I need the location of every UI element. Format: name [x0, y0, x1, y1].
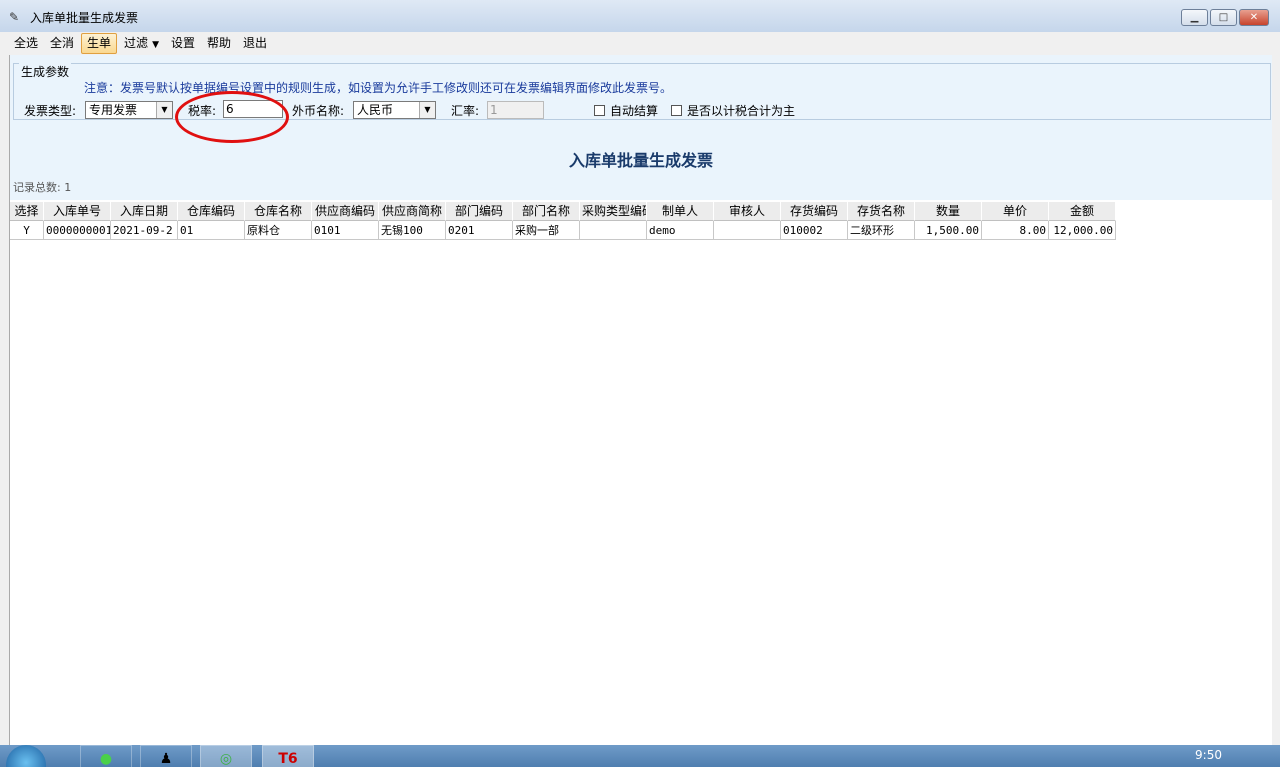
invoice-type-label: 发票类型:: [24, 104, 77, 118]
deselect-all-button[interactable]: 全消: [45, 33, 79, 54]
exchange-rate-label: 汇率:: [451, 104, 480, 118]
column-header[interactable]: 审核人: [714, 202, 781, 221]
cell-warehouse-name: 原料仓: [245, 221, 312, 240]
column-header[interactable]: 供应商简称: [379, 202, 446, 221]
column-header[interactable]: 数量: [915, 202, 982, 221]
column-header[interactable]: 采购类型编码: [580, 202, 647, 221]
settings-button[interactable]: 设置: [166, 33, 200, 54]
toolbar: 全选 全消 生单 过滤 ▼ 设置 帮助 退出: [9, 33, 272, 54]
params-panel: 生成参数 注意：发票号默认按单据编号设置中的规则生成，如设置为允许手工修改则还可…: [10, 55, 1272, 200]
cell-receipt-no: 0000000001: [44, 221, 111, 240]
column-header[interactable]: 仓库名称: [245, 202, 312, 221]
t6-icon: T6: [278, 751, 298, 767]
taskbar-app-qq[interactable]: ♟: [140, 745, 192, 767]
currency-select[interactable]: 人民币 ▼: [353, 101, 436, 119]
red-annotation-circle: [175, 91, 289, 143]
app-icon: ✎: [9, 10, 20, 24]
filter-button[interactable]: 过滤 ▼: [119, 33, 164, 54]
chevron-down-icon: ▼: [419, 102, 435, 118]
column-header[interactable]: 入库单号: [44, 202, 111, 221]
taskbar-app-t6[interactable]: T6: [262, 745, 314, 767]
window-title: 入库单批量生成发票: [30, 11, 139, 25]
minimize-button[interactable]: ▁: [1181, 9, 1208, 26]
cell-creator: demo: [647, 221, 714, 240]
report-title: 入库单批量生成发票: [568, 151, 713, 170]
select-all-button[interactable]: 全选: [9, 33, 43, 54]
taskbar-app-wechat[interactable]: ●: [80, 745, 132, 767]
cell-dept-code: 0201: [446, 221, 513, 240]
column-header[interactable]: 金额: [1049, 202, 1116, 221]
content-area: 生成参数 注意：发票号默认按单据编号设置中的规则生成，如设置为允许手工修改则还可…: [9, 55, 1272, 745]
taskbar: ● ♟ ◎ T6 9:50: [0, 745, 1280, 767]
cell-amount: 12,000.00: [1049, 221, 1116, 240]
cell-supplier-code: 0101: [312, 221, 379, 240]
column-header[interactable]: 入库日期: [111, 202, 178, 221]
chevron-down-icon[interactable]: ▼: [152, 40, 159, 50]
filter-label: 过滤: [124, 36, 149, 50]
cell-dept-name: 采购一部: [513, 221, 580, 240]
wechat-icon: ●: [99, 751, 113, 767]
invoice-type-select[interactable]: 专用发票 ▼: [85, 101, 173, 119]
column-header[interactable]: 部门编码: [446, 202, 513, 221]
window-controls: ▁ □ ✕: [1179, 9, 1269, 27]
taskbar-app-browser[interactable]: ◎: [200, 745, 252, 767]
help-button[interactable]: 帮助: [202, 33, 236, 54]
table-row[interactable]: Y 0000000001 2021-09-2 01 原料仓 0101 无锡100…: [10, 221, 1116, 240]
grid-header-row: 选择 入库单号 入库日期 仓库编码 仓库名称 供应商编码 供应商简称 部门编码 …: [10, 202, 1116, 221]
qq-icon: ♟: [159, 751, 173, 767]
tax-total-checkbox[interactable]: [671, 105, 682, 116]
exit-button[interactable]: 退出: [238, 33, 272, 54]
column-header[interactable]: 部门名称: [513, 202, 580, 221]
currency-label: 外币名称:: [292, 104, 345, 118]
cell-warehouse-code: 01: [178, 221, 245, 240]
column-header[interactable]: 选择: [10, 202, 44, 221]
cell-item-code: 010002: [781, 221, 848, 240]
cell-unit-price: 8.00: [982, 221, 1049, 240]
maximize-button[interactable]: □: [1210, 9, 1237, 26]
browser-icon: ◎: [219, 751, 233, 767]
cell-item-name: 二级环形: [848, 221, 915, 240]
invoice-grid: 选择 入库单号 入库日期 仓库编码 仓库名称 供应商编码 供应商简称 部门编码 …: [10, 202, 1116, 240]
record-count: 记录总数: 1: [13, 181, 72, 194]
column-header[interactable]: 制单人: [647, 202, 714, 221]
cell-purchase-type: [580, 221, 647, 240]
close-button[interactable]: ✕: [1239, 9, 1269, 26]
exchange-rate-input[interactable]: 1: [487, 101, 544, 119]
start-button[interactable]: [6, 745, 46, 767]
currency-value: 人民币: [357, 103, 394, 117]
tax-total-label: 是否以计税合计为主: [687, 104, 796, 118]
title-bar: ✎ 入库单批量生成发票 ▁ □ ✕: [0, 0, 1280, 32]
cell-reviewer: [714, 221, 781, 240]
column-header[interactable]: 仓库编码: [178, 202, 245, 221]
invoice-note: 注意：发票号默认按单据编号设置中的规则生成，如设置为允许手工修改则还可在发票编辑…: [84, 81, 673, 95]
generate-button[interactable]: 生单: [81, 33, 118, 54]
cell-receipt-date: 2021-09-2: [111, 221, 178, 240]
tray-clock[interactable]: 9:50: [1195, 748, 1222, 762]
chevron-down-icon: ▼: [156, 102, 172, 118]
cell-supplier-name: 无锡100: [379, 221, 446, 240]
auto-settle-checkbox[interactable]: [594, 105, 605, 116]
column-header[interactable]: 供应商编码: [312, 202, 379, 221]
params-group-label: 生成参数: [19, 63, 72, 80]
main-window: ✎ 入库单批量生成发票 ▁ □ ✕ 全选 全消 生单 过滤 ▼ 设置 帮助 退出 …: [0, 0, 1280, 745]
column-header[interactable]: 存货名称: [848, 202, 915, 221]
invoice-type-value: 专用发票: [89, 103, 138, 117]
auto-settle-label: 自动结算: [610, 104, 659, 118]
column-header[interactable]: 存货编码: [781, 202, 848, 221]
cell-select[interactable]: Y: [10, 221, 44, 240]
cell-quantity: 1,500.00: [915, 221, 982, 240]
column-header[interactable]: 单价: [982, 202, 1049, 221]
